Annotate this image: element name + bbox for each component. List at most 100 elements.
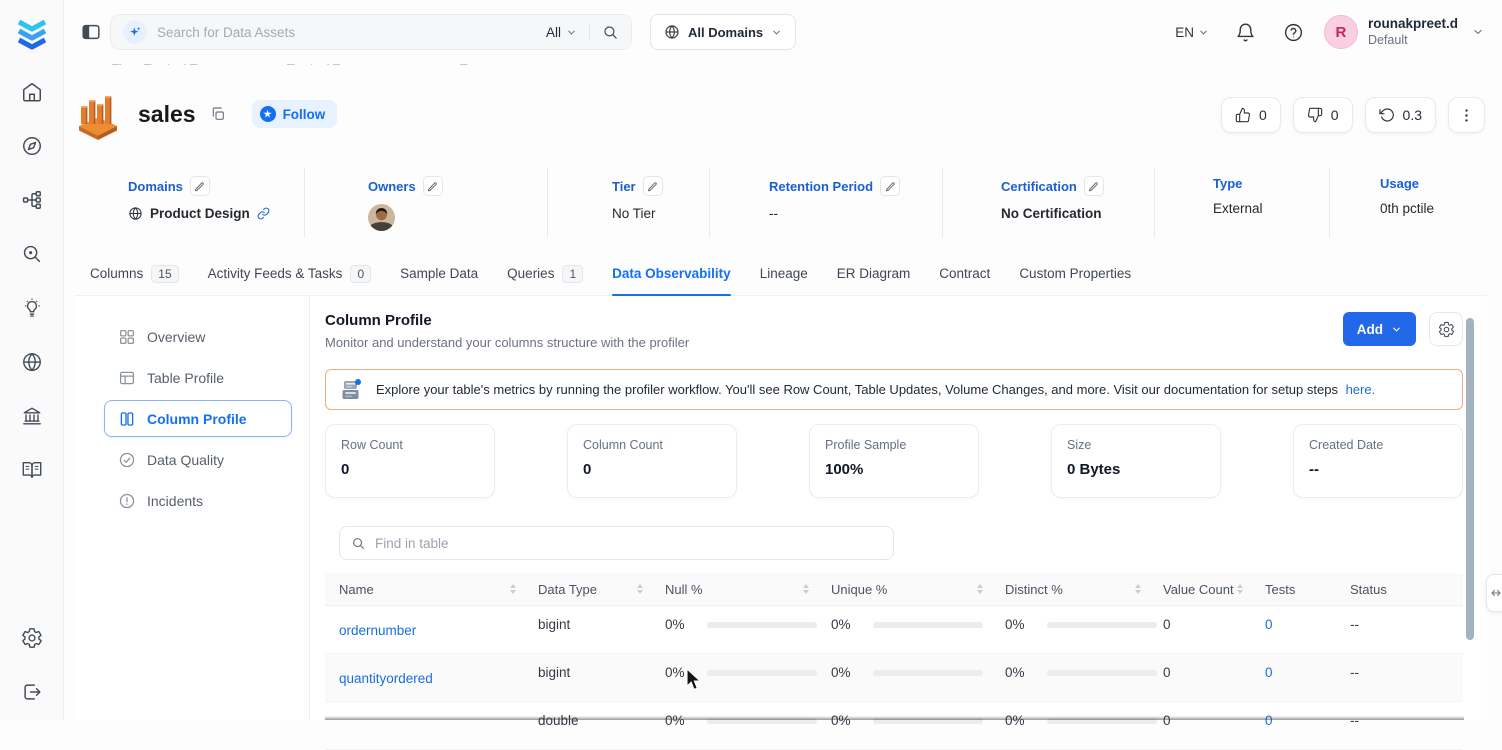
cell-data-type: bigint	[538, 654, 665, 680]
entity-header: sales ★ Follow	[72, 88, 337, 140]
add-button[interactable]: Add	[1343, 312, 1416, 346]
version-button[interactable]: 0.3	[1365, 97, 1436, 133]
user-avatar[interactable]: R	[1324, 15, 1358, 49]
downvote-button[interactable]: 0	[1293, 97, 1353, 133]
tab-data-observability[interactable]: Data Observability	[612, 252, 731, 295]
copy-name-icon[interactable]	[210, 106, 226, 122]
col-header-data-type[interactable]: Data Type	[538, 582, 665, 597]
more-options-kebab-icon[interactable]	[1448, 97, 1485, 133]
all-domains-dropdown[interactable]: All Domains	[650, 14, 796, 50]
bottom-edge-shadow	[325, 716, 1464, 720]
global-search[interactable]: All	[110, 14, 632, 50]
chevron-down-icon[interactable]	[1472, 26, 1484, 38]
right-panel-handle[interactable]	[1486, 574, 1502, 612]
subnav-incidents[interactable]: Incidents	[104, 482, 292, 519]
column-name-link[interactable]: ordernumber	[339, 623, 416, 638]
chevron-down-icon	[1198, 27, 1209, 38]
glossary-book-icon[interactable]	[21, 459, 43, 481]
sort-icon[interactable]	[1135, 584, 1141, 594]
chevron-down-icon	[566, 27, 577, 38]
notifications-bell-icon[interactable]	[1235, 22, 1256, 43]
data-observability-panel: Overview Table Profile Column Profile Da…	[75, 296, 1487, 720]
subnav-data-quality[interactable]: Data Quality	[104, 441, 292, 478]
help-icon[interactable]	[1283, 22, 1304, 43]
sort-icon[interactable]	[803, 584, 809, 594]
documentation-link[interactable]: here.	[1346, 382, 1376, 397]
sidebar-toggle-icon[interactable]	[80, 21, 102, 43]
upvote-button[interactable]: 0	[1221, 97, 1281, 133]
search-scope-dropdown[interactable]: All	[546, 25, 590, 40]
sort-icon[interactable]	[1237, 584, 1243, 594]
tab-activity-feeds[interactable]: Activity Feeds & Tasks 0	[208, 252, 371, 295]
left-nav-rail	[0, 0, 64, 720]
tab-lineage[interactable]: Lineage	[760, 252, 808, 295]
language-label: EN	[1175, 25, 1194, 40]
domains-value[interactable]: Product Design	[150, 206, 250, 221]
retention-value: --	[769, 206, 778, 221]
tab-custom-properties[interactable]: Custom Properties	[1019, 252, 1131, 295]
tab-contract[interactable]: Contract	[939, 252, 990, 295]
edit-owners-icon[interactable]	[423, 176, 443, 196]
search-scope-label: All	[546, 25, 561, 40]
profiler-info-banner: Explore your table's metrics by running …	[325, 369, 1463, 410]
cell-unique-pct: 0%	[831, 702, 1005, 728]
vertical-scrollbar[interactable]	[1466, 318, 1474, 640]
tab-columns[interactable]: Columns 15	[90, 252, 179, 295]
tab-er-diagram[interactable]: ER Diagram	[837, 252, 911, 295]
explore-compass-icon[interactable]	[21, 135, 43, 157]
edit-tier-icon[interactable]	[643, 176, 663, 196]
col-header-unique-pct[interactable]: Unique %	[831, 582, 1005, 597]
subnav-overview[interactable]: Overview	[104, 318, 292, 355]
subnav-column-profile[interactable]: Column Profile	[104, 400, 292, 437]
sort-icon[interactable]	[977, 584, 983, 594]
col-header-null-pct[interactable]: Null %	[665, 582, 831, 597]
sort-icon[interactable]	[510, 584, 516, 594]
meta-domains: Domains Product Design	[75, 168, 305, 238]
search-icon	[351, 536, 366, 551]
col-header-tests: Tests	[1265, 582, 1350, 597]
sort-icon[interactable]	[637, 584, 643, 594]
profiler-subnav: Overview Table Profile Column Profile Da…	[75, 296, 310, 720]
edit-domains-icon[interactable]	[190, 176, 210, 196]
chevron-down-icon	[771, 27, 782, 38]
column-name-link[interactable]: quantityordered	[339, 671, 433, 686]
find-in-table-search[interactable]	[339, 526, 894, 560]
cell-tests-link[interactable]: 0	[1265, 606, 1350, 632]
observability-search-eye-icon[interactable]	[21, 243, 43, 265]
lineage-hierarchy-icon[interactable]	[21, 189, 43, 211]
edit-certification-icon[interactable]	[1084, 176, 1104, 196]
logout-icon[interactable]	[21, 681, 43, 703]
profiler-settings-button[interactable]	[1429, 312, 1463, 346]
tab-queries[interactable]: Queries 1	[507, 252, 583, 295]
unique-progress-bar	[873, 622, 983, 628]
search-input[interactable]	[157, 25, 546, 40]
columns-icon	[118, 410, 136, 428]
cell-tests-link[interactable]: 0	[1265, 654, 1350, 680]
language-dropdown[interactable]: EN	[1175, 25, 1209, 40]
edit-retention-icon[interactable]	[880, 176, 900, 196]
user-info[interactable]: rounakpreet.d Default	[1368, 16, 1458, 49]
meta-retention: Retention Period --	[710, 168, 943, 238]
banner-text: Explore your table's metrics by running …	[376, 382, 1375, 397]
home-icon[interactable]	[21, 81, 43, 103]
col-header-distinct-pct[interactable]: Distinct %	[1005, 582, 1163, 597]
tab-sample-data[interactable]: Sample Data	[400, 252, 478, 295]
follow-button[interactable]: ★ Follow	[252, 100, 338, 128]
unique-progress-bar	[873, 670, 983, 676]
ai-sparkle-icon[interactable]	[123, 20, 147, 44]
governance-bank-icon[interactable]	[21, 405, 43, 427]
domains-globe-icon[interactable]	[21, 351, 43, 373]
find-in-table-input[interactable]	[375, 536, 882, 551]
col-header-name[interactable]: Name	[339, 582, 538, 597]
col-header-value-count[interactable]: Value Count	[1163, 582, 1265, 597]
owner-avatar[interactable]	[368, 204, 395, 231]
profiler-workflow-icon	[338, 377, 364, 403]
subnav-table-profile[interactable]: Table Profile	[104, 359, 292, 396]
thumbs-up-icon	[1235, 107, 1251, 123]
null-progress-bar	[707, 670, 817, 676]
insights-lightbulb-icon[interactable]	[21, 297, 43, 319]
app-logo-icon[interactable]	[14, 14, 50, 50]
search-icon[interactable]	[602, 24, 619, 41]
cell-tests-link[interactable]: 0	[1265, 702, 1350, 728]
settings-gear-icon[interactable]	[21, 627, 43, 649]
